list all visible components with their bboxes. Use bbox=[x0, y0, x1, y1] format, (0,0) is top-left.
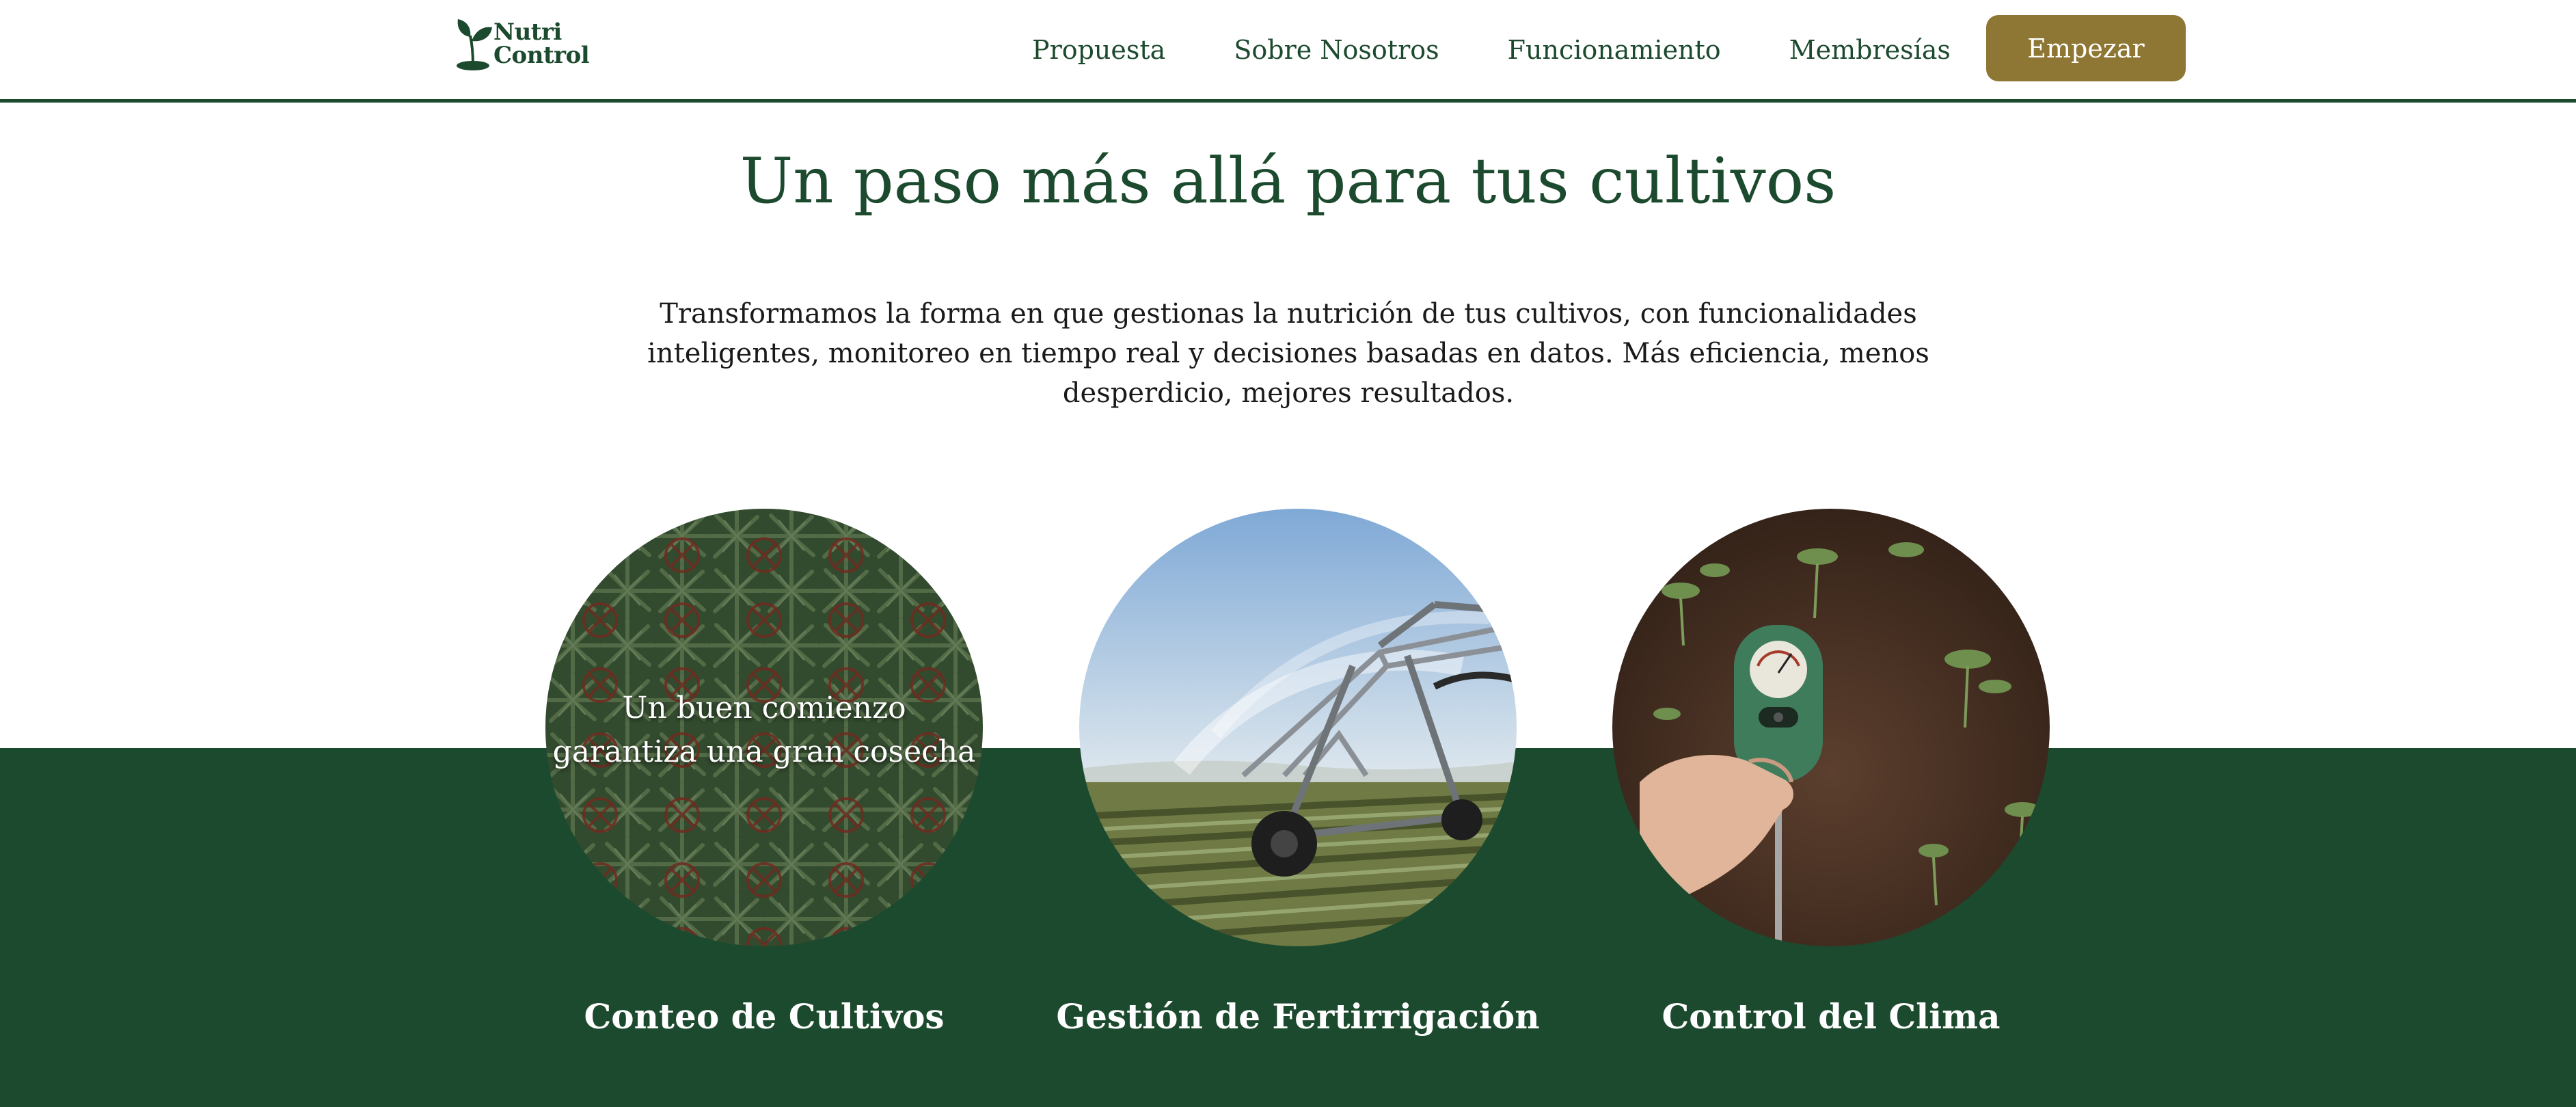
page: Nutri Control Propuesta Sobre Nosotros F… bbox=[0, 0, 2576, 1107]
feature-card-fertigation[interactable]: Gestión de Fertirrigación bbox=[1056, 509, 1540, 1056]
nav-link-funcionamiento[interactable]: Funcionamiento bbox=[1508, 35, 1721, 65]
soil-meter-photo bbox=[1612, 509, 2050, 946]
nav-link-sobre-nosotros[interactable]: Sobre Nosotros bbox=[1234, 35, 1439, 65]
start-button[interactable]: Empezar bbox=[1986, 15, 2186, 81]
feature-card-crop-count[interactable]: Un buen comienzo garantiza una gran cose… bbox=[545, 509, 983, 1056]
sprout-icon bbox=[457, 19, 492, 70]
logo[interactable]: Nutri Control bbox=[455, 16, 590, 71]
nav-link-membresias[interactable]: Membresías bbox=[1789, 35, 1951, 65]
site-header: Nutri Control Propuesta Sobre Nosotros F… bbox=[0, 0, 2576, 103]
hero-description: Transformamos la forma en que gestionas … bbox=[647, 298, 1929, 409]
soil-meter-image bbox=[1612, 509, 2050, 946]
feature-title-crop-count: Conteo de Cultivos bbox=[584, 996, 945, 1037]
feature-title-climate: Control del Clima bbox=[1662, 996, 2001, 1037]
logo-line-1: Nutri bbox=[493, 18, 562, 46]
logo-text: Nutri Control bbox=[493, 18, 590, 69]
feature-title-fertigation: Gestión de Fertirrigación bbox=[1056, 996, 1540, 1037]
hero-title: Un paso más allá para tus cultivos bbox=[740, 144, 1836, 217]
irrigation-image bbox=[1079, 509, 1517, 946]
logo-line-2: Control bbox=[493, 42, 590, 69]
feature-card-climate[interactable]: Control del Clima bbox=[1612, 509, 2050, 1056]
irrigation-photo bbox=[1079, 509, 1517, 946]
nav-link-propuesta[interactable]: Propuesta bbox=[1032, 35, 1165, 65]
main-nav: Propuesta Sobre Nosotros Funcionamiento … bbox=[1032, 0, 1951, 99]
feature-overlay-text: Un buen comienzo garantiza una gran cose… bbox=[552, 691, 976, 769]
